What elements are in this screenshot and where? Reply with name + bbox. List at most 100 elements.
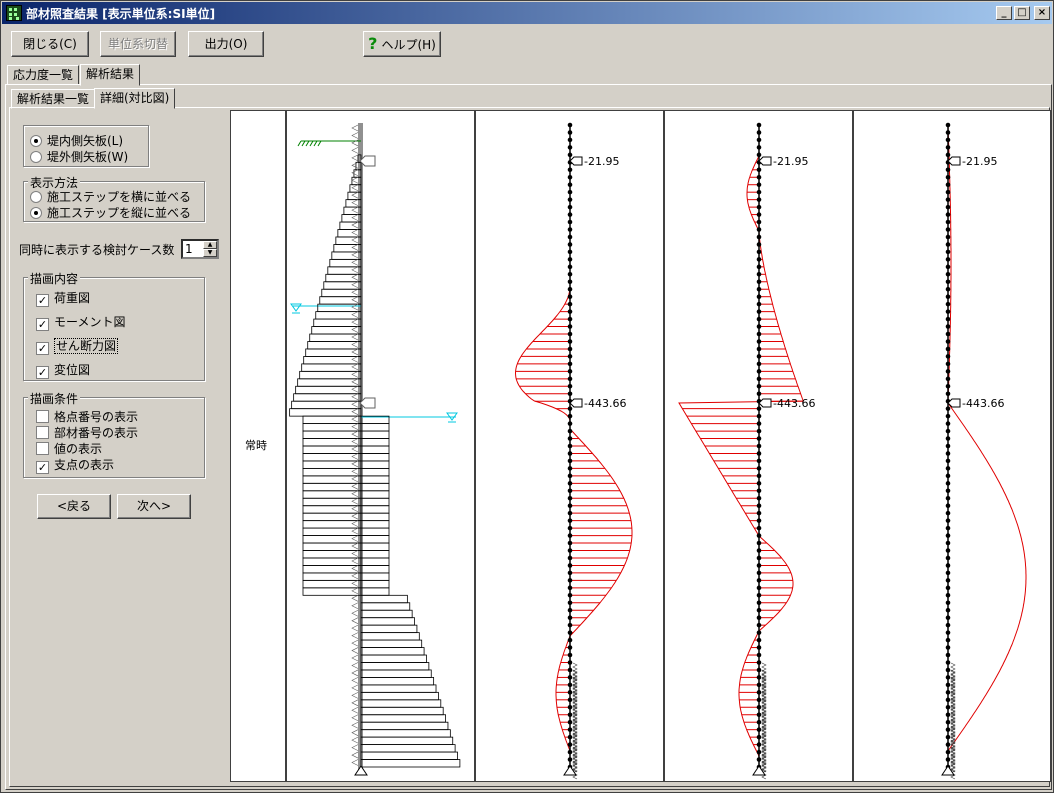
node-point bbox=[945, 645, 951, 650]
node-point bbox=[567, 473, 573, 479]
checkbox-icon: ✓ bbox=[36, 318, 49, 331]
load-bar-right bbox=[360, 594, 408, 604]
close-button[interactable]: 閉じる(C) bbox=[11, 31, 89, 57]
node-point bbox=[756, 316, 762, 322]
node-point bbox=[945, 652, 951, 658]
node-point bbox=[945, 234, 951, 240]
load-bar-right bbox=[360, 617, 415, 626]
node-point bbox=[567, 369, 573, 374]
node-point bbox=[756, 615, 762, 620]
check-displacement-diagram-label: 変位図 bbox=[54, 363, 91, 377]
maximize-button[interactable]: □ bbox=[1014, 6, 1030, 20]
node-point bbox=[756, 503, 762, 509]
check-displacement-diagram[interactable]: ✓ 変位図 bbox=[36, 361, 90, 379]
help-button[interactable]: ? ヘルプ(H) bbox=[363, 31, 441, 57]
next-button[interactable]: 次へ> bbox=[117, 494, 191, 519]
load-bar-left bbox=[302, 438, 362, 447]
load-bar-right bbox=[360, 505, 390, 514]
node-point bbox=[945, 533, 951, 538]
check-shear-diagram[interactable]: ✓ せん断力図 bbox=[36, 337, 119, 355]
radio-steps-vertical[interactable]: 施工ステップを縦に並べる bbox=[30, 204, 191, 221]
spin-down-icon[interactable]: ▼ bbox=[203, 249, 217, 257]
ground-hatch bbox=[317, 140, 322, 147]
node-point bbox=[567, 712, 573, 718]
check-node-number[interactable]: 格点番号の表示 bbox=[36, 408, 138, 425]
radio-inner-wall-label: 堤内側矢板(L) bbox=[47, 134, 124, 148]
radio-icon bbox=[30, 151, 42, 163]
node-point bbox=[945, 257, 951, 262]
tab-stress-list[interactable]: 応力度一覧 bbox=[7, 65, 80, 85]
node-point bbox=[756, 697, 762, 703]
node-marker bbox=[351, 266, 359, 274]
close-window-button[interactable]: × bbox=[1034, 6, 1050, 20]
check-load-diagram-label: 荷重図 bbox=[54, 291, 91, 305]
node-point bbox=[945, 189, 951, 195]
output-button[interactable]: 出力(O) bbox=[188, 31, 264, 57]
node-point bbox=[567, 488, 573, 494]
main-window: 部材照査結果 [表示単位系:SI単位] _ □ × 閉じる(C) 単位系切替 出… bbox=[0, 0, 1054, 793]
node-point bbox=[756, 518, 762, 523]
node-marker bbox=[351, 692, 359, 699]
node-point bbox=[756, 540, 762, 546]
node-point bbox=[756, 376, 762, 382]
load-bar-left bbox=[305, 348, 362, 357]
node-marker bbox=[351, 512, 359, 520]
node-marker bbox=[351, 244, 359, 251]
minimize-button[interactable]: _ bbox=[996, 6, 1012, 20]
check-show-supports[interactable]: ✓ 支点の表示 bbox=[36, 456, 114, 474]
tab-detail-comparison[interactable]: 詳細(対比図) bbox=[94, 88, 176, 109]
radio-inner-wall[interactable]: 堤内側矢板(L) bbox=[30, 132, 123, 149]
node-marker bbox=[351, 430, 359, 438]
check-member-number[interactable]: 部材番号の表示 bbox=[36, 424, 138, 441]
node-point bbox=[567, 757, 573, 762]
load-bar-right bbox=[360, 684, 437, 693]
node-point bbox=[756, 383, 762, 389]
radio-icon bbox=[30, 135, 42, 147]
draw-conditions-group: 描画条件 格点番号の表示 部材番号の表示 値の表示 ✓ 支点の表示 bbox=[23, 390, 205, 478]
node-point bbox=[945, 757, 951, 762]
node-point bbox=[567, 197, 573, 202]
node-point bbox=[756, 607, 762, 613]
node-point bbox=[945, 376, 951, 382]
spin-buttons[interactable]: ▲ ▼ bbox=[203, 241, 217, 257]
node-point bbox=[945, 742, 951, 747]
title-bar[interactable]: 部材照査結果 [表示単位系:SI単位] _ □ × bbox=[2, 2, 1052, 24]
node-point bbox=[567, 525, 573, 531]
node-marker bbox=[351, 393, 359, 401]
display-method-group: 表示方法 施工ステップを横に並べる 施工ステップを縦に並べる bbox=[23, 174, 205, 222]
node-point bbox=[945, 301, 951, 307]
node-marker bbox=[351, 288, 359, 296]
node-marker bbox=[351, 587, 359, 595]
node-point bbox=[567, 249, 573, 255]
back-button[interactable]: <戻る bbox=[37, 494, 111, 519]
tab-result-list[interactable]: 解析結果一覧 bbox=[11, 89, 96, 109]
radio-steps-horizontal-label: 施工ステップを横に並べる bbox=[47, 190, 192, 204]
load-bar-right bbox=[360, 691, 439, 701]
node-marker bbox=[351, 371, 359, 378]
node-marker bbox=[351, 445, 359, 453]
draw-content-title: 描画内容 bbox=[28, 270, 81, 287]
node-point bbox=[756, 257, 762, 262]
load-bar-left bbox=[317, 303, 362, 313]
radio-steps-horizontal[interactable]: 施工ステップを横に並べる bbox=[30, 188, 191, 205]
tab-analysis-result[interactable]: 解析結果 bbox=[80, 64, 141, 86]
check-moment-diagram[interactable]: ✓ モーメント図 bbox=[36, 313, 126, 331]
radio-outer-wall[interactable]: 堤外側矢板(W) bbox=[30, 148, 128, 165]
unit-toggle-button[interactable]: 単位系切替 bbox=[100, 31, 176, 57]
node-point bbox=[756, 421, 762, 426]
load-bar-left bbox=[301, 363, 362, 372]
node-point bbox=[945, 272, 951, 277]
node-point bbox=[945, 428, 951, 434]
checkbox-icon: ✓ bbox=[36, 366, 49, 379]
load-bar-right bbox=[360, 557, 390, 566]
spin-up-icon[interactable]: ▲ bbox=[203, 241, 217, 249]
case-count-spinner[interactable]: 1 ▲ ▼ bbox=[181, 239, 219, 259]
load-bar-right bbox=[360, 565, 390, 574]
node-point bbox=[756, 630, 762, 635]
node-marker bbox=[351, 654, 359, 662]
node-point bbox=[945, 503, 951, 509]
node-point bbox=[945, 563, 951, 568]
check-show-values[interactable]: 値の表示 bbox=[36, 440, 102, 457]
node-point bbox=[756, 757, 762, 762]
check-load-diagram[interactable]: ✓ 荷重図 bbox=[36, 289, 90, 307]
